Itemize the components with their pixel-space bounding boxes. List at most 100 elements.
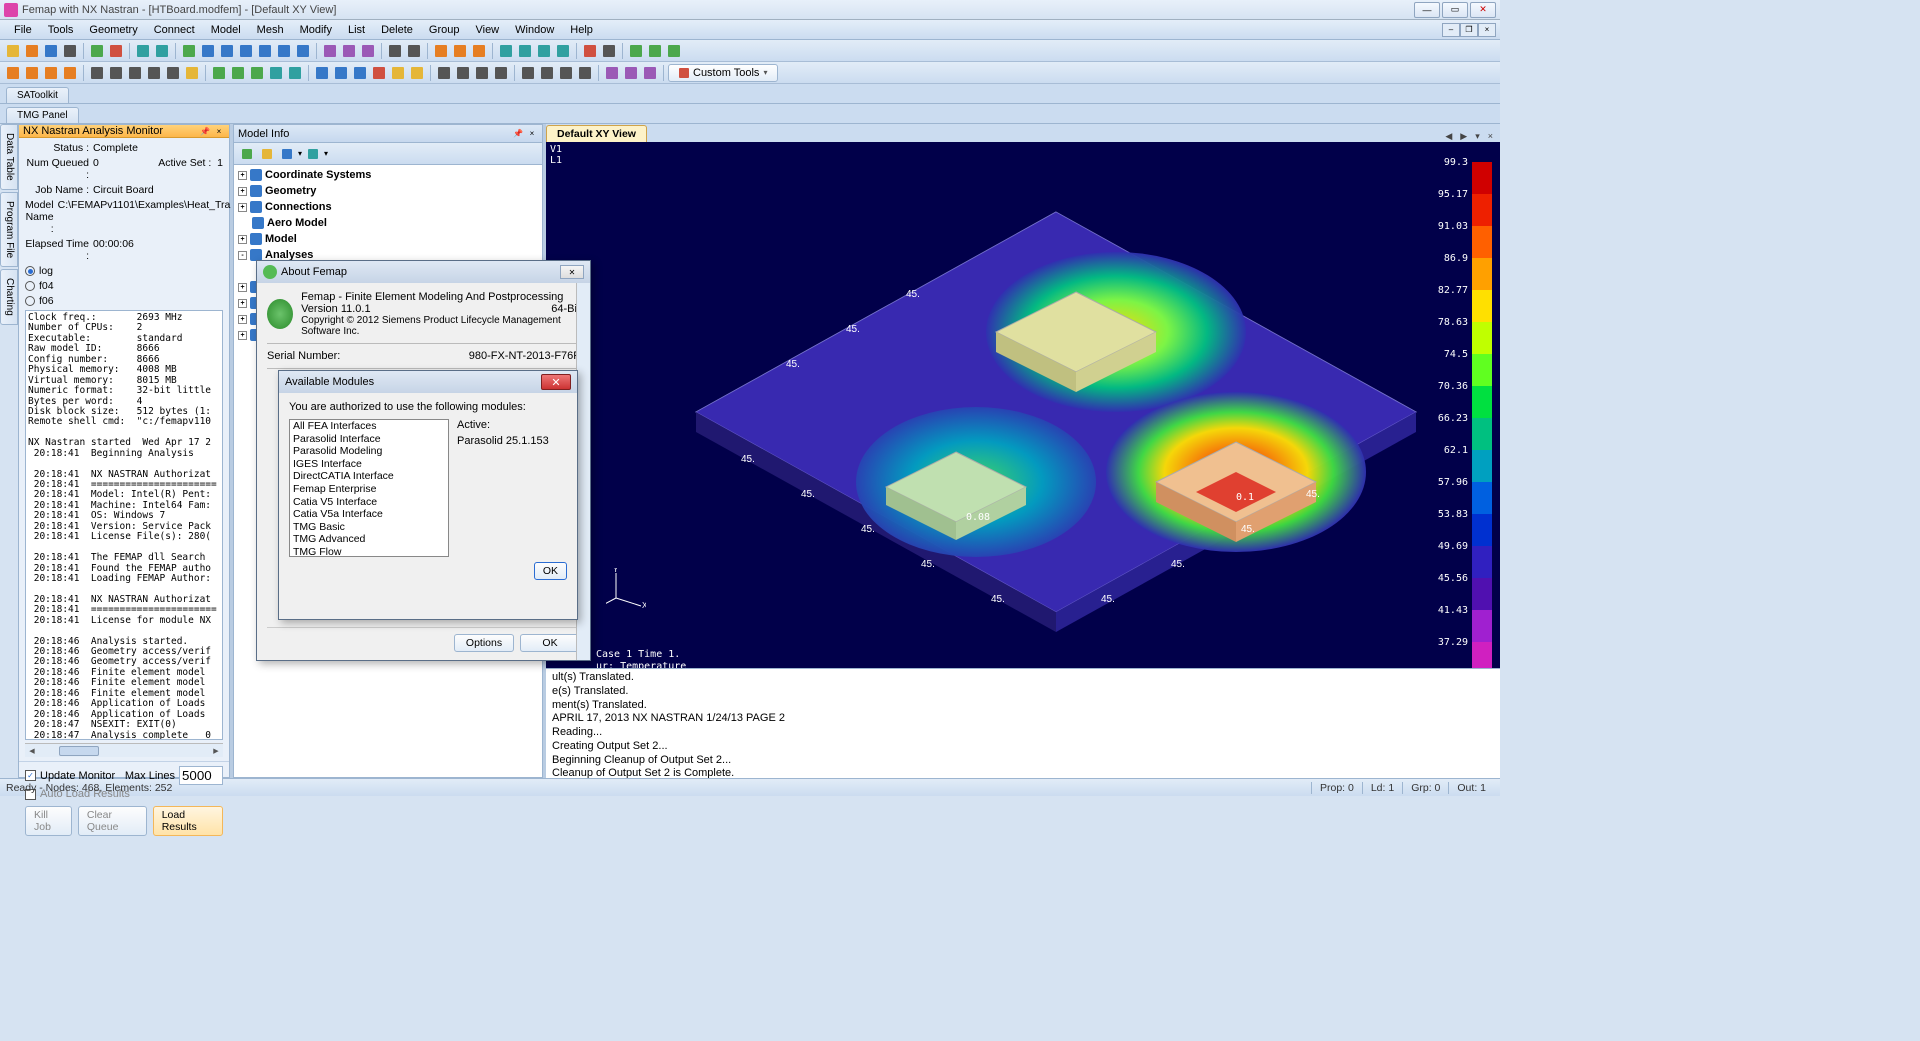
- modules-listbox[interactable]: All FEA InterfacesParasolid InterfacePar…: [289, 419, 449, 557]
- menu-connect[interactable]: Connect: [146, 22, 203, 38]
- modelinfo-pin-icon[interactable]: 📌: [512, 128, 524, 140]
- menu-help[interactable]: Help: [562, 22, 601, 38]
- radio-f06[interactable]: [25, 296, 35, 306]
- tb-results-icon[interactable]: [646, 42, 664, 60]
- module-item[interactable]: Catia V5a Interface: [290, 508, 448, 521]
- tb-zoom-icon[interactable]: [237, 42, 255, 60]
- tb-import-icon[interactable]: [88, 42, 106, 60]
- tb-analyze-icon[interactable]: [627, 42, 645, 60]
- minimize-button[interactable]: —: [1414, 2, 1440, 18]
- tb-shade-icon[interactable]: [535, 42, 553, 60]
- tree-node[interactable]: +Coordinate Systems: [238, 167, 538, 183]
- tb-grid2-icon[interactable]: [107, 64, 125, 82]
- tree-node[interactable]: Aero Model: [238, 215, 538, 231]
- tb-visibility-icon[interactable]: [451, 42, 469, 60]
- menu-window[interactable]: Window: [507, 22, 562, 38]
- view-tab-default[interactable]: Default XY View: [546, 125, 647, 142]
- load-results-button[interactable]: Load Results: [153, 806, 223, 836]
- modelinfo-close-icon[interactable]: ×: [526, 128, 538, 140]
- tb-dim2-icon[interactable]: [454, 64, 472, 82]
- view-prev-icon[interactable]: ◀: [1442, 131, 1455, 142]
- menu-view[interactable]: View: [467, 22, 507, 38]
- tb-gear2-icon[interactable]: [622, 64, 640, 82]
- tb-grid6-icon[interactable]: [183, 64, 201, 82]
- tb-mesh4-icon[interactable]: [61, 64, 79, 82]
- side-tab-data-table[interactable]: Data Table: [0, 124, 18, 190]
- module-item[interactable]: TMG Flow: [290, 546, 448, 557]
- menu-tools[interactable]: Tools: [40, 22, 82, 38]
- tab-tmgpanel[interactable]: TMG Panel: [6, 107, 79, 123]
- menu-delete[interactable]: Delete: [373, 22, 421, 38]
- tree-node[interactable]: +Geometry: [238, 183, 538, 199]
- tb-dim3-icon[interactable]: [473, 64, 491, 82]
- tb-mesh1-icon[interactable]: [4, 64, 22, 82]
- tb-geo6-icon[interactable]: [408, 64, 426, 82]
- module-item[interactable]: Catia V5 Interface: [290, 496, 448, 509]
- tb-gear3-icon[interactable]: [641, 64, 659, 82]
- monitor-close-icon[interactable]: ×: [213, 125, 225, 137]
- tb-zoomfit-icon[interactable]: [275, 42, 293, 60]
- mdi-minimize[interactable]: –: [1442, 23, 1460, 37]
- tb-redo-icon[interactable]: [153, 42, 171, 60]
- tb-brace2-icon[interactable]: [538, 64, 556, 82]
- modules-titlebar[interactable]: Available Modules ✕: [279, 371, 577, 393]
- tb-print-icon[interactable]: [61, 42, 79, 60]
- module-item[interactable]: Parasolid Interface: [290, 433, 448, 446]
- view-close-icon[interactable]: ×: [1485, 131, 1496, 142]
- tb-load1-icon[interactable]: [210, 64, 228, 82]
- tb-dim1-icon[interactable]: [435, 64, 453, 82]
- output-messages[interactable]: sages ult(s) Translated.e(s) Translated.…: [546, 668, 1500, 778]
- tree-collapse-icon[interactable]: [258, 145, 276, 163]
- menu-mesh[interactable]: Mesh: [249, 22, 292, 38]
- tb-save-icon[interactable]: [42, 42, 60, 60]
- tb-perspective-icon[interactable]: [554, 42, 572, 60]
- module-item[interactable]: TMG Basic: [290, 521, 448, 534]
- viewport-3d[interactable]: V1 L1: [546, 142, 1500, 668]
- module-item[interactable]: Parasolid Modeling: [290, 445, 448, 458]
- update-monitor-checkbox[interactable]: [25, 770, 36, 781]
- maximize-button[interactable]: ▭: [1442, 2, 1468, 18]
- tb-geo3-icon[interactable]: [351, 64, 369, 82]
- tb-zoombox-icon[interactable]: [256, 42, 274, 60]
- about-ok-button[interactable]: OK: [520, 634, 580, 652]
- tb-rotate-icon[interactable]: [218, 42, 236, 60]
- modelinfo-header[interactable]: Model Info 📌 ×: [234, 125, 542, 143]
- tb-geo5-icon[interactable]: [389, 64, 407, 82]
- monitor-pin-icon[interactable]: 📌: [199, 125, 211, 137]
- options-button[interactable]: Options: [454, 634, 514, 652]
- about-close-icon[interactable]: ✕: [560, 265, 584, 279]
- log-hscroll[interactable]: ◀▶: [25, 743, 223, 757]
- tb-mesh3-icon[interactable]: [42, 64, 60, 82]
- tb-refresh-icon[interactable]: [180, 42, 198, 60]
- about-titlebar[interactable]: About Femap ✕: [257, 261, 590, 283]
- module-item[interactable]: Femap Enterprise: [290, 483, 448, 496]
- tb-select-icon[interactable]: [386, 42, 404, 60]
- tb-grid3-icon[interactable]: [126, 64, 144, 82]
- tb-load2-icon[interactable]: [229, 64, 247, 82]
- tb-pan-icon[interactable]: [199, 42, 217, 60]
- tb-viewtop-icon[interactable]: [321, 42, 339, 60]
- tb-grid1-icon[interactable]: [88, 64, 106, 82]
- tb-viewfront-icon[interactable]: [340, 42, 358, 60]
- side-tab-program-file[interactable]: Program File: [0, 192, 18, 267]
- tree-expand-icon[interactable]: [238, 145, 256, 163]
- tb-solid-icon[interactable]: [497, 42, 515, 60]
- tb-load3-icon[interactable]: [248, 64, 266, 82]
- tb-cut-icon[interactable]: [581, 42, 599, 60]
- tb-cons1-icon[interactable]: [267, 64, 285, 82]
- side-tab-charting[interactable]: Charting: [0, 269, 18, 325]
- tb-new-icon[interactable]: [4, 42, 22, 60]
- module-item[interactable]: TMG Advanced: [290, 533, 448, 546]
- menu-modify[interactable]: Modify: [292, 22, 340, 38]
- custom-tools-dropdown[interactable]: Custom Tools: [668, 64, 778, 82]
- tb-grid4-icon[interactable]: [145, 64, 163, 82]
- view-next-icon[interactable]: ▶: [1457, 131, 1470, 142]
- radio-f04[interactable]: [25, 281, 35, 291]
- monitor-header[interactable]: NX Nastran Analysis Monitor 📌 ×: [19, 125, 229, 138]
- tb-geo4-icon[interactable]: [370, 64, 388, 82]
- tree-node[interactable]: +Model: [238, 231, 538, 247]
- tb-mesh2-icon[interactable]: [23, 64, 41, 82]
- tb-geo1-icon[interactable]: [313, 64, 331, 82]
- tb-undo-icon[interactable]: [134, 42, 152, 60]
- tb-layer-icon[interactable]: [432, 42, 450, 60]
